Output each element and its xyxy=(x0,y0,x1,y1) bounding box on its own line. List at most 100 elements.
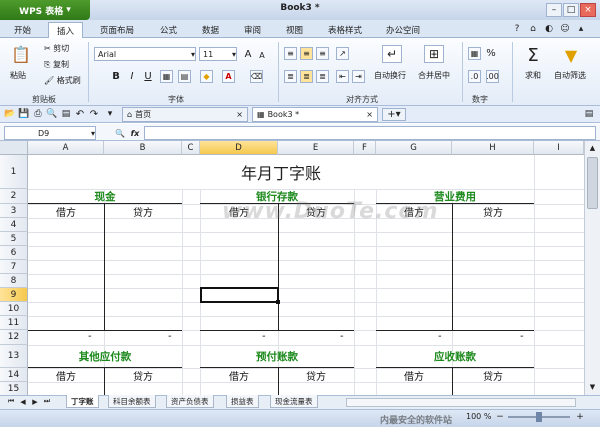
column-header[interactable]: G xyxy=(376,141,452,155)
paste-icon[interactable]: 📋 xyxy=(8,42,34,66)
paste-button[interactable]: 粘贴 xyxy=(10,70,26,81)
align-middle-icon[interactable]: ≡ xyxy=(300,47,313,60)
scroll-up-icon[interactable]: ▲ xyxy=(586,142,599,154)
row-header[interactable]: 12 xyxy=(0,330,28,345)
row-header[interactable]: 2 xyxy=(0,189,28,204)
redo-icon[interactable]: ↷ xyxy=(88,108,100,120)
decrease-decimal-icon[interactable]: .00 xyxy=(486,70,499,83)
sheet-tab-active[interactable]: 丁字账 xyxy=(66,395,99,408)
fill-handle[interactable] xyxy=(276,300,280,304)
align-left-icon[interactable]: ≣ xyxy=(284,70,297,83)
row-header[interactable]: 15 xyxy=(0,382,28,395)
filter-icon[interactable]: ▼ xyxy=(560,44,582,66)
spreadsheet-grid[interactable]: A B C D E F G H I 1 2 3 4 5 6 7 8 9 10 1… xyxy=(0,141,584,395)
maximize-button[interactable]: □ xyxy=(563,3,579,17)
sheet-tab[interactable]: 现金流量表 xyxy=(270,395,318,408)
name-box[interactable]: D9 ▾ xyxy=(4,126,96,140)
text-direction-icon[interactable]: ↗ xyxy=(336,47,349,60)
tab-home[interactable]: 开始 xyxy=(6,22,39,38)
sheet-tab[interactable]: 损益表 xyxy=(226,395,259,408)
new-tab-button[interactable]: +▾ xyxy=(382,108,406,121)
close-icon[interactable]: × xyxy=(366,110,373,119)
row-header[interactable]: 4 xyxy=(0,218,28,232)
sum-button[interactable]: 求和 xyxy=(525,70,541,81)
selected-cell[interactable] xyxy=(200,287,279,303)
scroll-down-icon[interactable]: ▼ xyxy=(586,381,599,393)
close-button[interactable]: × xyxy=(580,3,596,17)
row-header[interactable]: 13 xyxy=(0,345,28,368)
zoom-in-icon[interactable]: + xyxy=(574,411,586,423)
home-icon[interactable]: ⌂ xyxy=(526,22,540,36)
help-icon[interactable]: ? xyxy=(510,22,524,36)
wrap-text-icon[interactable]: ↵ xyxy=(382,45,402,63)
row-header[interactable]: 1 xyxy=(0,155,28,189)
tab-office-space[interactable]: 办公空间 xyxy=(378,22,428,38)
row-header[interactable]: 6 xyxy=(0,246,28,260)
select-all-corner[interactable] xyxy=(0,141,28,155)
zoom-slider-thumb[interactable] xyxy=(536,412,542,422)
tab-page-layout[interactable]: 页面布局 xyxy=(92,22,142,38)
row-header[interactable]: 3 xyxy=(0,204,28,218)
indent-increase-icon[interactable]: ⇥ xyxy=(352,70,365,83)
open-icon[interactable]: 📂 xyxy=(4,108,16,120)
scroll-thumb[interactable] xyxy=(587,157,598,209)
number-format-icon[interactable]: ▦ xyxy=(468,47,481,60)
user-icon[interactable]: ☺ xyxy=(558,22,572,36)
ribbon-collapse-icon[interactable]: ▴ xyxy=(574,22,588,36)
align-top-icon[interactable]: ≡ xyxy=(284,47,297,60)
column-header[interactable]: A xyxy=(28,141,104,155)
align-right-icon[interactable]: ≣ xyxy=(316,70,329,83)
last-sheet-icon[interactable]: ⏭ xyxy=(42,396,52,407)
column-header[interactable]: F xyxy=(354,141,376,155)
wrap-text-button[interactable]: 自动换行 xyxy=(374,70,406,81)
align-bottom-icon[interactable]: ≡ xyxy=(316,47,329,60)
merge-center-button[interactable]: 合并居中 xyxy=(418,70,450,81)
fx-button[interactable]: fx xyxy=(128,127,142,139)
fill-color-icon[interactable]: ◆ xyxy=(200,70,213,83)
customize-icon[interactable]: ▾ xyxy=(104,108,116,120)
preview-icon[interactable]: 🔍 xyxy=(46,108,58,120)
tab-list-icon[interactable]: ▤ xyxy=(582,108,596,120)
sum-icon[interactable]: Σ xyxy=(522,44,544,66)
underline-button[interactable]: U xyxy=(142,70,154,83)
tab-formulas[interactable]: 公式 xyxy=(152,22,185,38)
indent-decrease-icon[interactable]: ⇤ xyxy=(336,70,349,83)
clear-format-icon[interactable]: ⌫ xyxy=(250,70,263,83)
percent-button[interactable]: % xyxy=(484,47,498,60)
prev-sheet-icon[interactable]: ◀ xyxy=(18,396,28,407)
horizontal-scrollbar[interactable] xyxy=(346,398,576,407)
italic-button[interactable]: I xyxy=(126,70,138,83)
column-header[interactable]: E xyxy=(278,141,354,155)
align-center-icon[interactable]: ≣ xyxy=(300,70,313,83)
vertical-scrollbar[interactable]: ▲ ▼ xyxy=(584,141,600,395)
cell-style-icon[interactable]: ▤ xyxy=(178,70,191,83)
sheet-tab[interactable]: 科目余额表 xyxy=(108,395,156,408)
tab-data[interactable]: 数据 xyxy=(194,22,227,38)
formula-input[interactable] xyxy=(144,126,596,140)
tab-view[interactable]: 视图 xyxy=(278,22,311,38)
doc-tab-home[interactable]: ⌂ 首页 × xyxy=(122,107,248,122)
autofilter-button[interactable]: 自动筛选 xyxy=(554,70,594,81)
doc-tab-book3[interactable]: ▦ Book3 * × xyxy=(252,107,378,122)
row-header[interactable]: 11 xyxy=(0,316,28,330)
first-sheet-icon[interactable]: ⏮ xyxy=(6,396,16,407)
zoom-out-icon[interactable]: − xyxy=(494,411,506,423)
tab-review[interactable]: 审阅 xyxy=(236,22,269,38)
row-header[interactable]: 7 xyxy=(0,260,28,274)
row-header[interactable]: 10 xyxy=(0,302,28,316)
minimize-button[interactable]: – xyxy=(546,3,562,17)
bold-button[interactable]: B xyxy=(110,70,122,83)
column-header[interactable]: I xyxy=(534,141,584,155)
increase-font-icon[interactable]: A xyxy=(241,47,255,61)
font-name-select[interactable]: Arial ▾ xyxy=(94,47,196,61)
column-header-selected[interactable]: D xyxy=(200,141,278,155)
save-icon[interactable]: 💾 xyxy=(18,108,30,120)
export-icon[interactable]: ▤ xyxy=(60,108,72,120)
next-sheet-icon[interactable]: ▶ xyxy=(30,396,40,407)
row-header[interactable]: 5 xyxy=(0,232,28,246)
undo-icon[interactable]: ↶ xyxy=(74,108,86,120)
tab-insert[interactable]: 插入 xyxy=(48,22,84,38)
font-size-select[interactable]: 11 ▾ xyxy=(199,47,237,61)
sheet-tab[interactable]: 资产负债表 xyxy=(166,395,214,408)
app-menu-button[interactable]: WPS 表格 ▾ xyxy=(0,0,90,20)
